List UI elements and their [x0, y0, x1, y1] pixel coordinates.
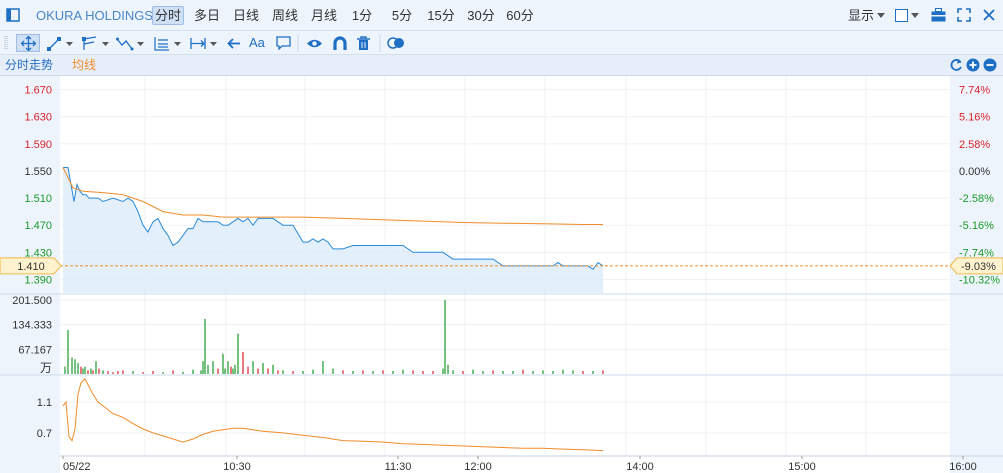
range-tool-chevron-icon[interactable]	[210, 42, 217, 47]
period-toolbar: OKURA HOLDINGS 分时 多日 日线 周线 月线 1分 5分 15分 …	[0, 0, 1003, 31]
y-axis-price-label: 1.390	[24, 274, 52, 286]
y-axis-price-label: 1.430	[24, 247, 52, 259]
y-axis-percent-label: -5.16%	[959, 220, 994, 232]
x-axis-tick-label: 05/22	[63, 461, 91, 473]
chart-area[interactable]: 1.410 -9.03% 1.670 7.74% 1.630 5.16% 1.590 2.5…	[0, 76, 1003, 473]
legend-price-line[interactable]: 分时走势	[5, 58, 53, 73]
fib-tool-chevron-icon[interactable]	[174, 42, 181, 47]
period-tab-monthly[interactable]: 月线	[308, 6, 340, 25]
period-tab-5min[interactable]: 5分	[388, 6, 416, 25]
x-axis-tick-label: 11:30	[385, 461, 412, 473]
x-axis-tick-label: 10:30	[223, 461, 251, 473]
period-tab-30min[interactable]: 30分	[464, 6, 498, 25]
period-tab-15min[interactable]: 15分	[424, 6, 458, 25]
period-tab-1min[interactable]: 1分	[348, 6, 376, 25]
period-tab-weekly[interactable]: 周线	[269, 6, 301, 25]
current-price-value: 1.410	[17, 261, 45, 273]
indicator-axis-label: 0.7	[37, 428, 52, 440]
toolbar-divider	[297, 34, 299, 52]
wave-tool-icon[interactable]	[116, 36, 134, 51]
back-arrow-icon[interactable]	[227, 37, 241, 50]
y-axis-price-label: 1.670	[24, 85, 52, 97]
x-axis-tick-label: 12:00	[464, 461, 492, 473]
period-tab-intraday[interactable]: 分时	[152, 6, 184, 25]
x-axis-tick-label: 15:00	[788, 461, 816, 473]
zoom-in-icon[interactable]	[966, 58, 980, 72]
x-axis-tick-label: 16:00	[949, 461, 977, 473]
stock-chart-window: OKURA HOLDINGS 分时 多日 日线 周线 月线 1分 5分 15分 …	[0, 0, 1003, 473]
magnet-icon[interactable]	[333, 36, 347, 51]
legend-average-line[interactable]: 均线	[72, 58, 96, 73]
chart-legend-bar: 分时走势 均线	[0, 55, 1003, 76]
volume-axis-label: 67.167	[18, 344, 52, 356]
period-tab-60min[interactable]: 60分	[503, 6, 537, 25]
fullscreen-icon[interactable]	[957, 8, 971, 22]
drawing-toolbar: Aa	[0, 31, 1003, 55]
y-axis-price-label: 1.470	[24, 220, 52, 232]
eye-icon[interactable]	[306, 38, 323, 49]
trash-icon[interactable]	[357, 36, 370, 51]
line-tool-chevron-icon[interactable]	[66, 42, 73, 47]
toolbox-icon[interactable]	[931, 8, 946, 22]
layout-dropdown-chevron-icon[interactable]	[911, 13, 919, 19]
wave-tool-chevron-icon[interactable]	[137, 42, 144, 47]
y-axis-percent-label: 5.16%	[959, 112, 990, 124]
volume-axis-label: 134.333	[12, 320, 52, 332]
toolbar-divider	[379, 34, 381, 52]
note-tool-icon[interactable]	[276, 36, 291, 50]
y-axis-price-label: 1.630	[24, 112, 52, 124]
line-tool-icon[interactable]	[47, 37, 61, 51]
ticker-name[interactable]: OKURA HOLDINGS	[36, 6, 153, 25]
y-axis-percent-label: -10.32%	[959, 274, 1000, 286]
y-axis-price-label: 1.590	[24, 139, 52, 151]
sidebar-toggle-icon[interactable]	[6, 8, 20, 22]
x-axis-tick-label: 14:00	[626, 461, 654, 473]
y-axis-price-label: 1.510	[24, 193, 52, 205]
period-tab-daily[interactable]: 日线	[230, 6, 262, 25]
move-tool-icon	[21, 36, 36, 51]
y-axis-percent-label: -2.58%	[959, 193, 994, 205]
close-icon[interactable]	[982, 8, 996, 22]
channel-tool-icon[interactable]	[82, 36, 98, 51]
layout-square-icon[interactable]	[895, 9, 908, 22]
y-axis-percent-label: 0.00%	[959, 166, 990, 178]
display-dropdown-chevron-icon[interactable]	[877, 13, 885, 19]
channel-tool-chevron-icon[interactable]	[102, 42, 109, 47]
range-tool-icon[interactable]	[190, 37, 206, 50]
display-menu-label[interactable]: 显示	[846, 6, 876, 25]
toolbar-grip-icon	[4, 36, 8, 50]
chart-svg[interactable]: 1.410 -9.03% 1.670 7.74% 1.630 5.16% 1.590 2.5…	[0, 76, 1003, 473]
refresh-icon[interactable]	[949, 58, 963, 72]
y-axis-percent-label: -7.74%	[959, 247, 994, 259]
y-axis-percent-label: 2.58%	[959, 139, 990, 151]
volume-unit-label: 万	[40, 361, 52, 375]
period-tab-multiday[interactable]: 多日	[190, 6, 224, 25]
toggle-icon[interactable]	[387, 37, 405, 49]
move-tool-button[interactable]	[16, 34, 40, 52]
volume-axis-label: 201.500	[12, 295, 52, 307]
fib-tool-icon[interactable]	[154, 36, 170, 51]
indicator-axis-label: 1.1	[37, 397, 52, 409]
zoom-out-icon[interactable]	[983, 58, 997, 72]
y-axis-price-label: 1.550	[24, 166, 52, 178]
current-percent-value: -9.03%	[961, 261, 996, 273]
text-tool-button[interactable]: Aa	[249, 34, 269, 52]
y-axis-percent-label: 7.74%	[959, 85, 990, 97]
